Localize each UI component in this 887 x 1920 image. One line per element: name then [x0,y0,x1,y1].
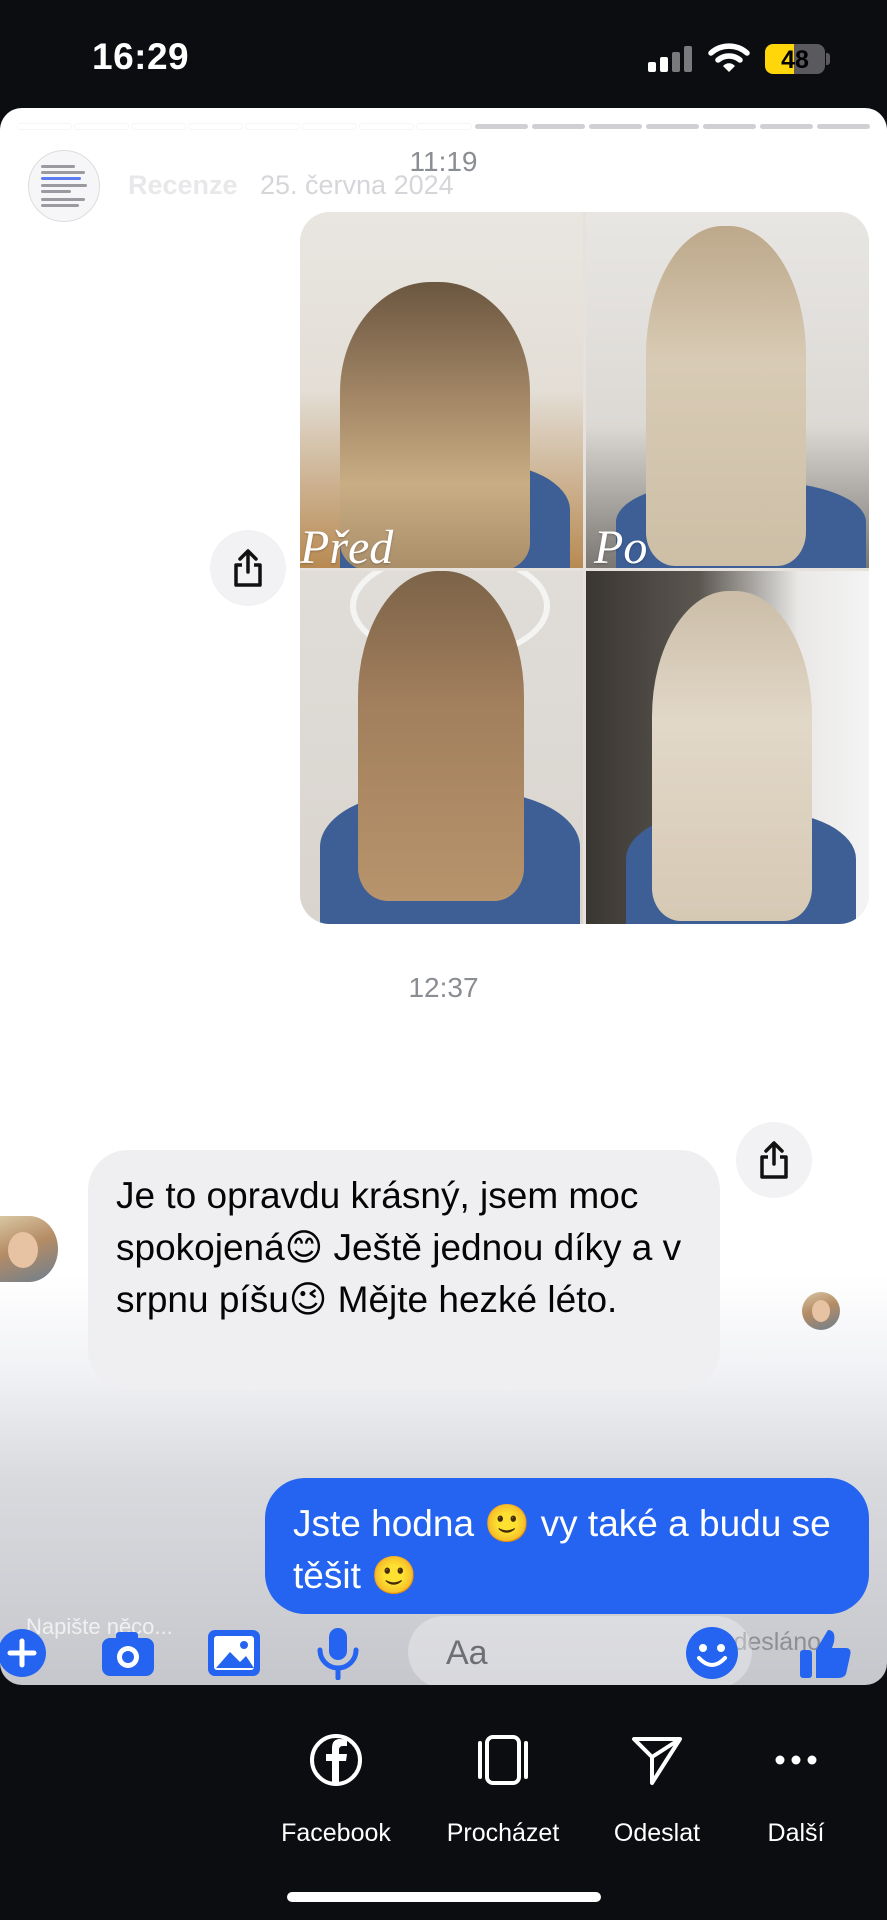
battery-nub [826,53,830,65]
message-composer: Napište něco... Aa [0,1604,887,1685]
share-facebook-label: Facebook [281,1819,391,1847]
story-progress-segment [816,124,870,129]
before-after-photo[interactable]: Před Po [300,212,869,924]
share-browse-label: Procházet [446,1819,560,1847]
browse-icon [478,1735,528,1785]
story-progress-segment [531,124,585,129]
message-timestamp: 12:37 [408,972,479,1003]
story-progress-segment [588,124,642,129]
story-progress-segment [702,124,756,129]
story-progress-bar [18,124,870,129]
thumbs-up-icon[interactable] [798,1626,854,1680]
seen-avatar [802,1292,840,1330]
microphone-icon[interactable] [310,1626,366,1680]
story-card[interactable]: Recenze 25. června 2024 11:19 Před Po 12… [0,108,887,1685]
after-label: Po [594,521,648,568]
story-progress-segment [759,124,813,129]
status-time: 16:29 [92,36,190,77]
before-label: Před [300,521,394,568]
share-message-button[interactable] [736,1122,812,1198]
story-progress-segment [189,124,243,129]
cellular-signal-icon [648,46,694,72]
story-progress-segment [75,124,129,129]
wifi-icon [708,43,750,72]
share-browse-button[interactable]: Procházet [428,1725,578,1847]
status-bar: 16:29 48 [0,0,887,110]
send-icon [632,1737,682,1785]
story-progress-segment [303,124,357,129]
photo-before-back: Před [300,212,583,568]
incoming-message[interactable]: Je to opravdu krásný, jsem moc spokojená… [88,1150,720,1390]
outgoing-message[interactable]: Jste hodna 🙂 vy také a budu se těšit 🙂 [265,1478,869,1614]
share-send-label: Odeslat [613,1819,701,1847]
facebook-icon [310,1734,362,1786]
story-progress-segment [417,124,471,129]
share-actions-bar: Facebook Procházet Odeslat Další [0,1685,887,1920]
photo-after-long [586,571,869,924]
story-progress-segment [360,124,414,129]
image-icon[interactable] [206,1626,262,1680]
photo-before-long [300,571,583,924]
smiley-icon[interactable] [684,1626,740,1680]
photo-after-back: Po [586,212,869,568]
more-icon [775,1755,817,1765]
story-progress-segment [474,124,528,129]
share-send-button[interactable]: Odeslat [582,1725,732,1847]
sender-avatar[interactable] [0,1216,58,1282]
share-icon [234,549,262,587]
plus-icon[interactable] [0,1626,52,1680]
battery-level: 48 [781,46,809,74]
story-progress-segment [132,124,186,129]
share-icon [760,1141,788,1179]
share-facebook-button[interactable]: Facebook [261,1725,411,1847]
story-progress-segment [645,124,699,129]
message-timestamp: 11:19 [409,146,478,177]
share-more-button[interactable]: Další [721,1725,871,1847]
story-progress-segment [246,124,300,129]
home-indicator[interactable] [287,1892,601,1902]
share-more-label: Další [767,1819,825,1847]
battery-indicator: 48 [765,44,825,74]
share-photo-button[interactable] [210,530,286,606]
camera-icon[interactable] [100,1626,156,1680]
message-input-placeholder: Aa [446,1634,488,1672]
story-progress-segment [18,124,72,129]
